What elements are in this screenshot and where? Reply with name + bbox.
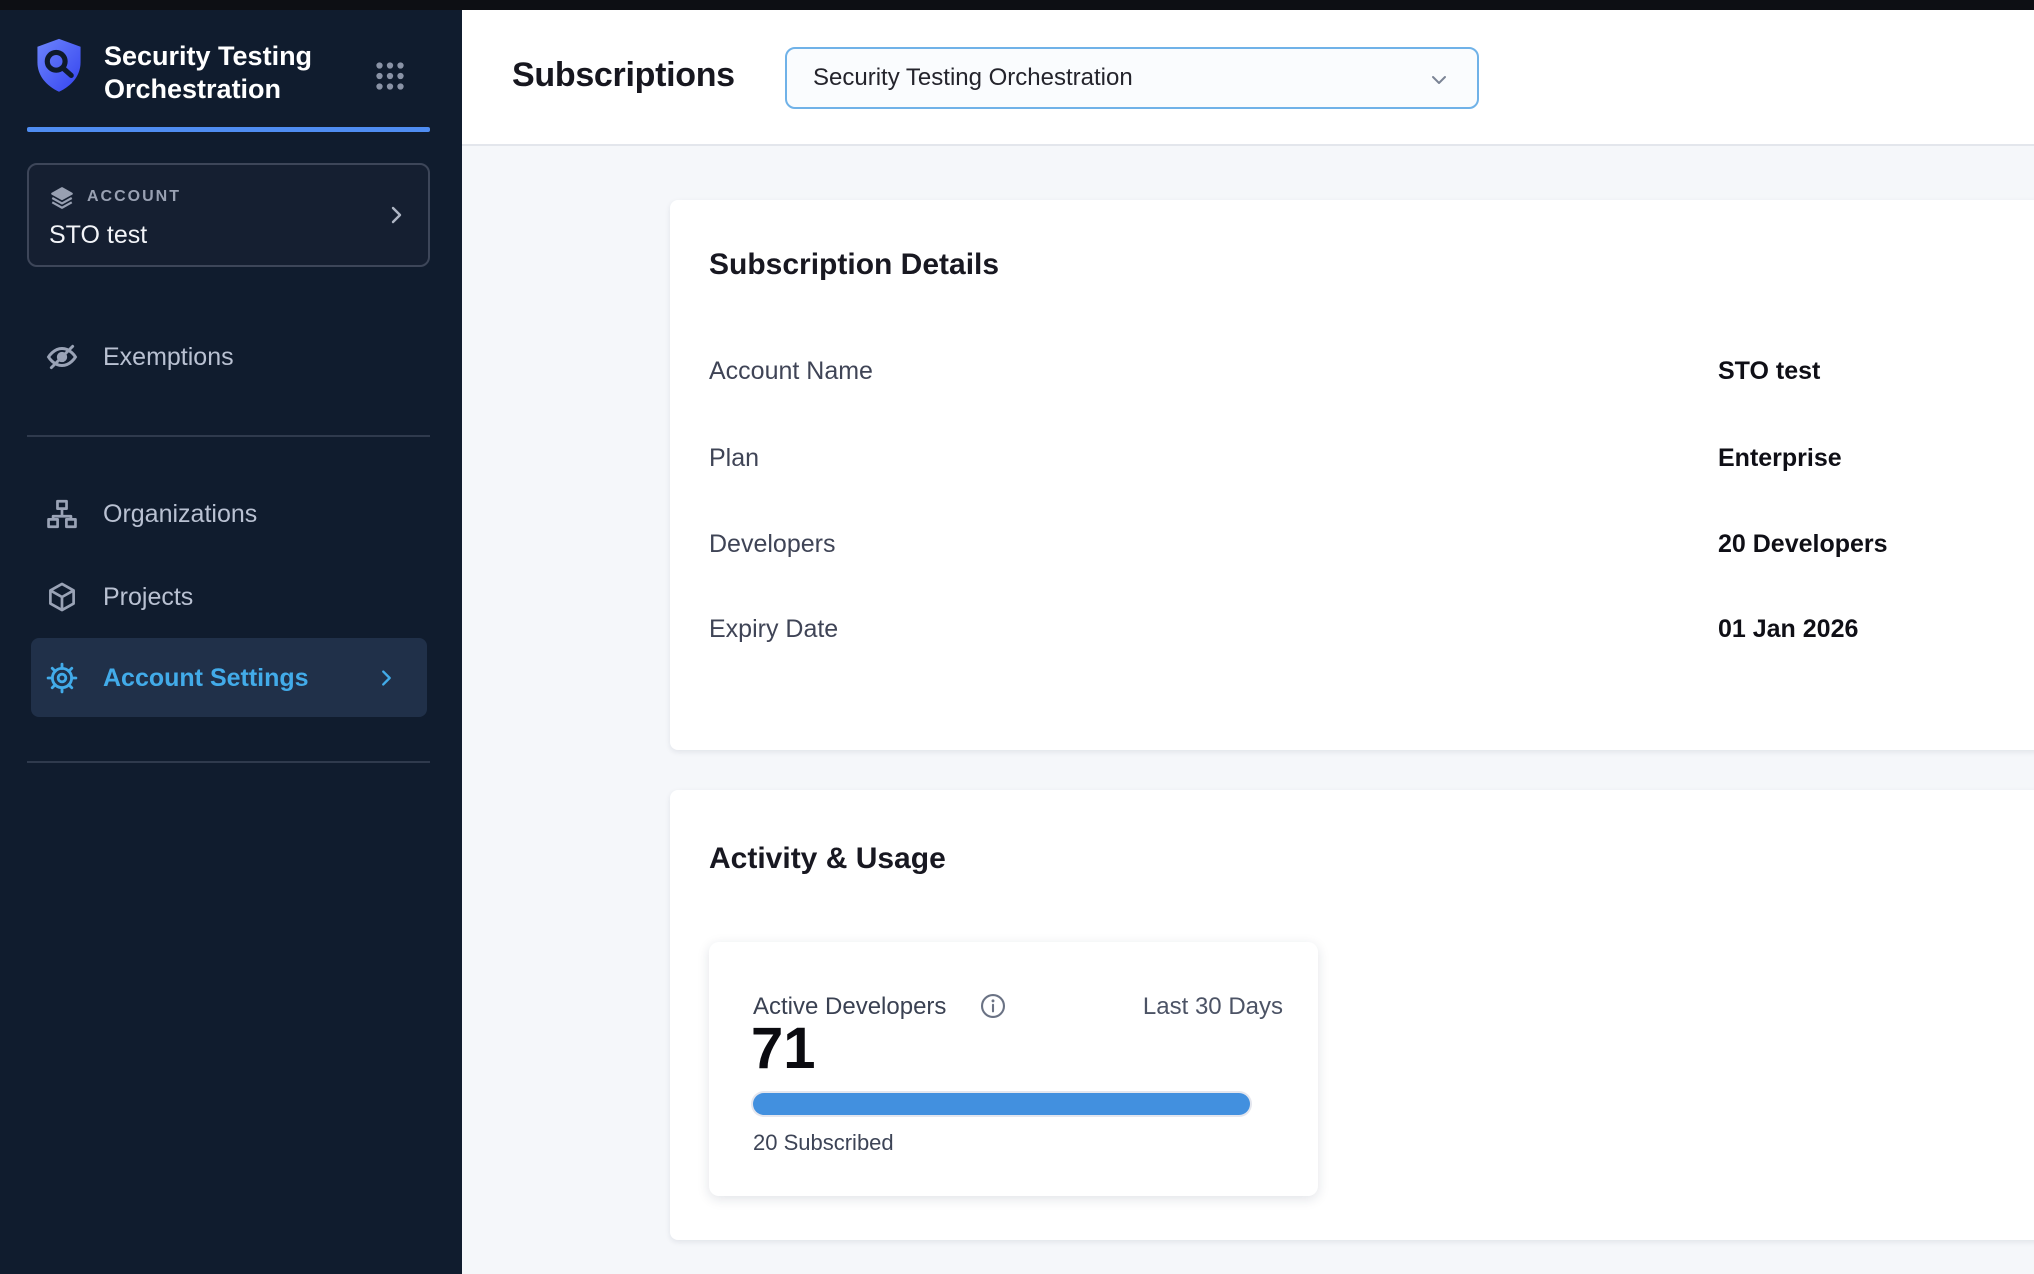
sidebar-item-label: Organizations: [103, 500, 257, 528]
account-scope-label: ACCOUNT: [87, 188, 181, 206]
detail-value: Enterprise: [1718, 444, 1842, 473]
info-icon[interactable]: [979, 992, 1007, 1020]
stat-footer: 20 Subscribed: [753, 1130, 894, 1156]
sidebar-item-account-settings[interactable]: Account Settings: [31, 638, 427, 717]
stat-period: Last 30 Days: [1143, 993, 1283, 1021]
detail-value: 01 Jan 2026: [1718, 615, 1858, 644]
sidebar-item-projects[interactable]: Projects: [31, 567, 427, 627]
brand-underline: [27, 127, 430, 132]
detail-label: Account Name: [709, 357, 873, 386]
detail-label: Plan: [709, 444, 759, 473]
chevron-right-icon: [384, 203, 408, 227]
page-header: Subscriptions Security Testing Orchestra…: [462, 10, 2034, 146]
layers-icon: [49, 185, 75, 211]
card-title: Activity & Usage: [709, 842, 946, 876]
sidebar-item-label: Exemptions: [103, 343, 234, 371]
sidebar-item-exemptions[interactable]: Exemptions: [31, 327, 427, 387]
module-select-dropdown[interactable]: Security Testing Orchestration: [785, 47, 1479, 109]
page: Security Testing Orchestration ACCOUNT S…: [0, 0, 2034, 1274]
detail-value: STO test: [1718, 357, 1820, 386]
module-select-value: Security Testing Orchestration: [813, 64, 1133, 92]
cube-icon: [45, 580, 79, 614]
account-name: STO test: [49, 221, 147, 250]
sidebar: Security Testing Orchestration ACCOUNT S…: [0, 10, 462, 1274]
eye-off-icon: [45, 340, 79, 374]
detail-label: Developers: [709, 530, 835, 559]
detail-row: Developers 20 Developers: [709, 530, 2030, 558]
account-scope-card[interactable]: ACCOUNT STO test: [27, 163, 430, 267]
page-title: Subscriptions: [512, 56, 735, 95]
chevron-right-icon: [375, 667, 397, 689]
progress-bar-track: [751, 1091, 1252, 1117]
activity-usage-card: Activity & Usage Active Developers Last …: [670, 790, 2034, 1240]
sidebar-divider: [27, 761, 430, 763]
detail-value: 20 Developers: [1718, 530, 1888, 559]
shield-search-icon: [28, 36, 90, 96]
chevron-down-icon: [1427, 68, 1451, 92]
org-chart-icon: [45, 497, 79, 531]
stat-value: 71: [751, 1018, 816, 1080]
detail-row: Plan Enterprise: [709, 444, 2030, 472]
sidebar-item-label: Projects: [103, 583, 193, 611]
detail-label: Expiry Date: [709, 615, 838, 644]
active-developers-stat-card: Active Developers Last 30 Days 71 20 Sub…: [709, 942, 1318, 1196]
progress-fill: [753, 1093, 1250, 1115]
card-title: Subscription Details: [709, 248, 999, 282]
subscription-details-card: Subscription Details Account Name STO te…: [670, 200, 2034, 750]
stat-header: Active Developers Last 30 Days: [753, 993, 1283, 1023]
detail-row: Expiry Date 01 Jan 2026: [709, 615, 2030, 643]
window-top-strip: [0, 0, 2034, 10]
detail-row: Account Name STO test: [709, 357, 2030, 385]
sidebar-divider: [27, 435, 430, 437]
grid-menu-icon[interactable]: [372, 58, 408, 94]
app-title: Security Testing Orchestration: [104, 40, 354, 106]
sidebar-item-label: Account Settings: [103, 664, 309, 692]
gear-icon: [45, 661, 79, 695]
sidebar-item-organizations[interactable]: Organizations: [31, 484, 427, 544]
